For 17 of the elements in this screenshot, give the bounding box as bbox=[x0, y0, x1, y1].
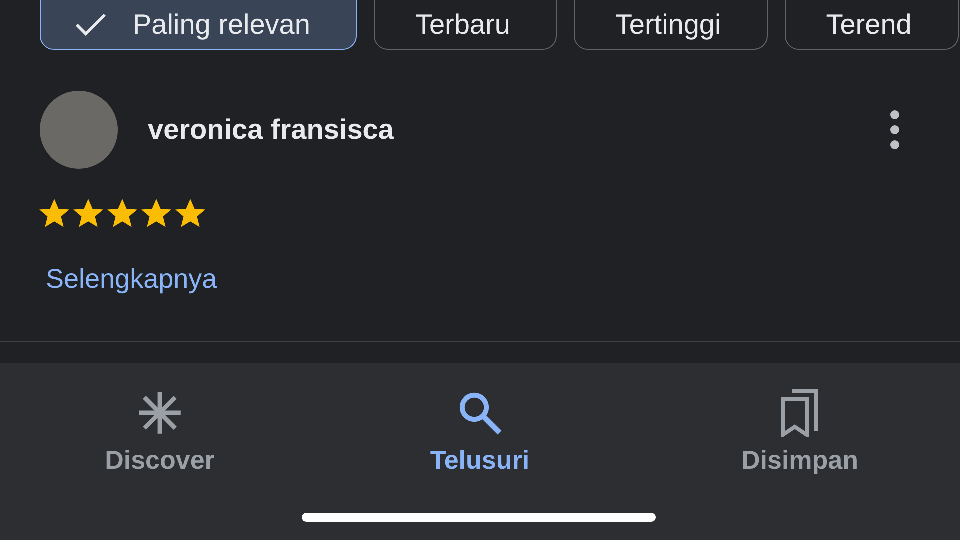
more-options-icon[interactable] bbox=[890, 110, 900, 150]
nav-tab[interactable]: Disimpan bbox=[640, 363, 960, 493]
check-icon bbox=[75, 13, 107, 37]
filter-chip[interactable]: Tertinggi bbox=[574, 0, 768, 50]
star-icon bbox=[174, 197, 207, 230]
star-icon bbox=[72, 197, 105, 230]
nav-tab[interactable]: Telusuri bbox=[320, 363, 640, 493]
asterisk-icon bbox=[138, 389, 182, 437]
filter-chip[interactable]: Terend bbox=[785, 0, 959, 50]
filter-chip[interactable]: Paling relevan bbox=[40, 0, 358, 50]
filter-chip[interactable]: Terbaru bbox=[374, 0, 558, 50]
star-icon bbox=[38, 197, 71, 230]
reviewer-name: veronica fransisca bbox=[148, 114, 396, 146]
read-more-link[interactable]: Selengkapnya bbox=[46, 264, 218, 295]
nav-tab[interactable]: Discover bbox=[0, 363, 320, 493]
star-icon bbox=[106, 197, 139, 230]
star-icon bbox=[140, 197, 173, 230]
